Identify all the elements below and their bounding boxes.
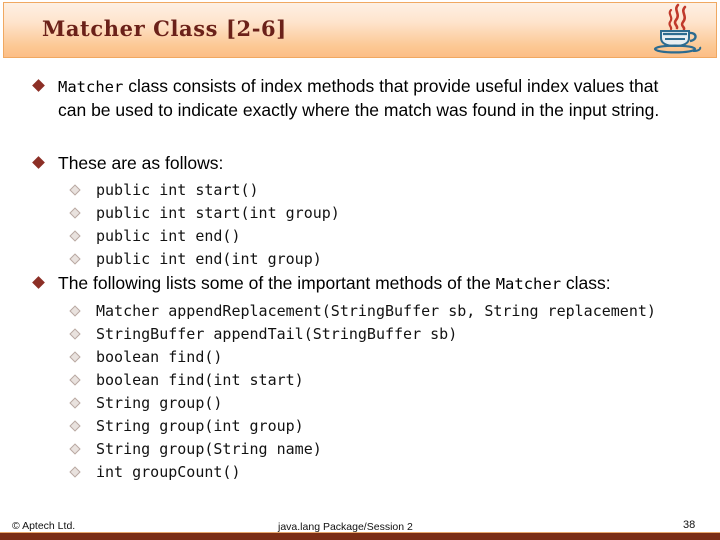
bullet-item-level1: These are as follows: xyxy=(0,152,720,175)
method-signature: public int end() xyxy=(96,227,241,245)
bullet-1-text: class consists of index methods that pro… xyxy=(58,76,660,120)
small-diamond-bullet-icon xyxy=(69,420,81,432)
small-diamond-bullet-icon xyxy=(69,466,81,478)
method-signature: public int start(int group) xyxy=(96,204,340,222)
small-diamond-bullet-icon xyxy=(69,351,81,363)
footer-copyright: © Aptech Ltd. xyxy=(12,520,76,532)
diamond-bullet-icon xyxy=(32,156,45,169)
bullet-item-label: These are as follows: xyxy=(58,153,224,173)
method-signature: public int end(int group) xyxy=(96,250,322,268)
bullet-block-3: The following lists some of the importan… xyxy=(0,272,720,296)
diamond-bullet-icon xyxy=(32,79,45,92)
inline-code-matcher: Matcher xyxy=(495,275,562,293)
list-item: StringBuffer appendTail(StringBuffer sb) xyxy=(0,323,720,346)
list-item: int groupCount() xyxy=(0,461,720,484)
small-diamond-bullet-icon xyxy=(69,374,81,386)
method-signature: String group(String name) xyxy=(96,440,322,458)
list-item: String group(int group) xyxy=(0,415,720,438)
bullet-item-level1: The following lists some of the importan… xyxy=(0,272,720,296)
footer-bar xyxy=(0,533,720,540)
method-signature: boolean find(int start) xyxy=(96,371,304,389)
bullet-block-2: These are as follows: xyxy=(0,152,720,175)
bullet-item-label: Matcher class consists of index methods … xyxy=(58,75,720,122)
list-item: Matcher appendReplacement(StringBuffer s… xyxy=(0,300,720,323)
method-signature: Matcher appendReplacement(StringBuffer s… xyxy=(96,302,656,320)
small-diamond-bullet-icon xyxy=(69,443,81,455)
list-item: public int start() xyxy=(0,179,720,202)
small-diamond-bullet-icon xyxy=(69,328,81,340)
list-item: public int end() xyxy=(0,225,720,248)
list-item: boolean find() xyxy=(0,346,720,369)
slide-canvas: Matcher Class [2-6] Matcher class consis… xyxy=(0,0,720,540)
method-signature: String group() xyxy=(96,394,223,412)
method-signature: public int start() xyxy=(96,181,259,199)
list-item: boolean find(int start) xyxy=(0,369,720,392)
method-signature: StringBuffer appendTail(StringBuffer sb) xyxy=(96,325,458,343)
inline-code-matcher: Matcher xyxy=(58,78,124,96)
small-diamond-bullet-icon xyxy=(69,184,81,196)
bullet-3-text-after: class: xyxy=(561,273,611,293)
small-diamond-bullet-icon xyxy=(69,305,81,317)
bullet-block-1: Matcher class consists of index methods … xyxy=(0,75,720,122)
bullet-3-text-before: The following lists some of the importan… xyxy=(58,273,496,293)
page-title: Matcher Class [2-6] xyxy=(42,16,287,41)
method-list-basic: public int start() public int start(int … xyxy=(0,179,720,271)
small-diamond-bullet-icon xyxy=(69,397,81,409)
bullet-item-label: The following lists some of the importan… xyxy=(58,272,720,296)
list-item: public int start(int group) xyxy=(0,202,720,225)
method-signature: String group(int group) xyxy=(96,417,304,435)
footer-page-number: 38 xyxy=(683,519,696,531)
diamond-bullet-icon xyxy=(32,276,45,289)
small-diamond-bullet-icon xyxy=(69,253,81,265)
java-coffee-cup-icon xyxy=(648,2,708,56)
list-item: public int end(int group) xyxy=(0,248,720,271)
method-signature: int groupCount() xyxy=(96,463,241,481)
slide-header-banner: Matcher Class [2-6] xyxy=(3,2,717,58)
bullet-item-level1: Matcher class consists of index methods … xyxy=(0,75,720,122)
method-signature: boolean find() xyxy=(96,348,223,366)
method-list-important: Matcher appendReplacement(StringBuffer s… xyxy=(0,300,720,484)
list-item: String group() xyxy=(0,392,720,415)
list-item: String group(String name) xyxy=(0,438,720,461)
small-diamond-bullet-icon xyxy=(69,230,81,242)
small-diamond-bullet-icon xyxy=(69,207,81,219)
slide-body: Matcher class consists of index methods … xyxy=(0,60,720,500)
